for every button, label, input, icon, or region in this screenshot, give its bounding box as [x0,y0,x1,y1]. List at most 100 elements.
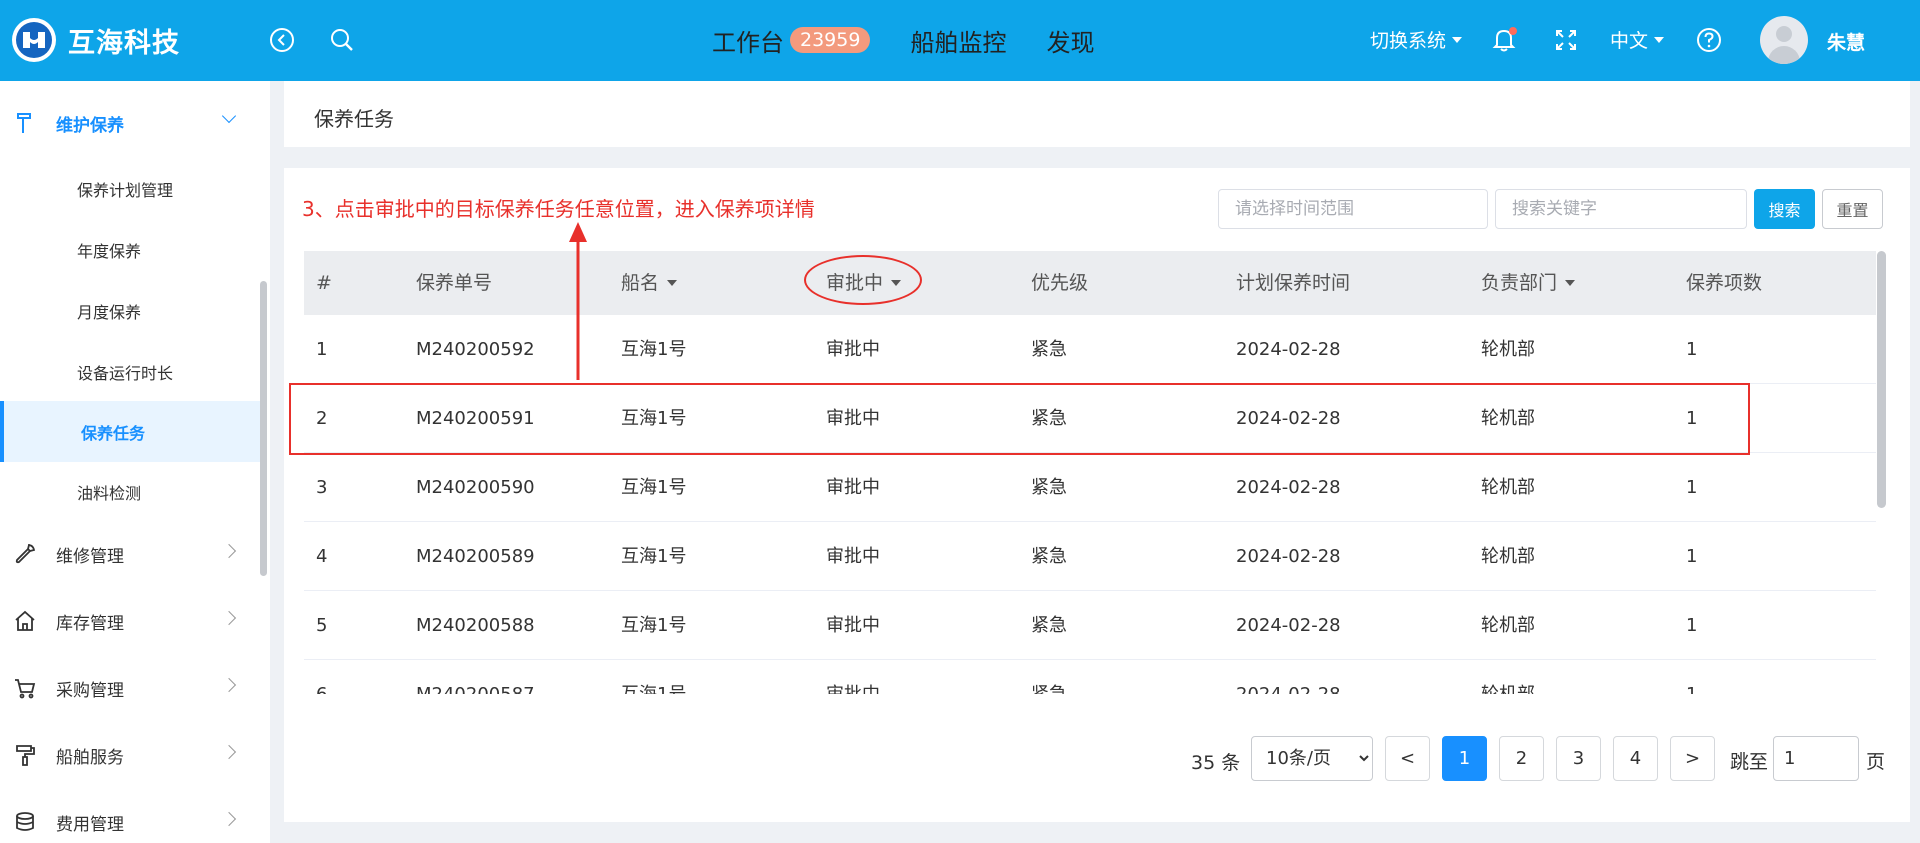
sidebar-item-oil-inspection[interactable]: 油料检测 [0,467,258,517]
sidebar-item-maintenance-task[interactable]: 保养任务 [0,401,262,462]
chevron-right-icon [221,811,237,827]
fullscreen-icon[interactable] [1552,26,1580,54]
column-header-planned-time: 计划保养时间 [1236,251,1350,315]
sidebar-item-annual-maintenance[interactable]: 年度保养 [0,225,258,275]
column-header-status-filter[interactable]: 审批中 [826,251,902,315]
nav-workbench[interactable]: 工作台 23959 [712,23,871,58]
sidebar-group-label: 维修管理 [56,546,124,567]
page-size-select[interactable]: 10条/页 [1251,736,1373,781]
cell-item-count: 1 [1686,660,1697,694]
column-header-department[interactable]: 负责部门 [1481,251,1576,315]
chevron-right-icon [221,543,237,559]
sidebar-group-inventory[interactable]: 库存管理 [0,599,258,643]
column-label: # [316,272,332,294]
cell-status: 审批中 [826,660,880,694]
switch-system-label: 切换系统 [1370,30,1447,52]
column-header-priority: 优先级 [1031,251,1088,315]
cell-ship-name: 互海1号 [621,660,686,694]
reset-button[interactable]: 重置 [1822,189,1883,229]
table-row[interactable]: 5 M240200588 互海1号 审批中 紧急 2024-02-28 轮机部 … [304,591,1876,660]
notification-dot [1509,27,1517,35]
cell-item-count: 1 [1686,477,1698,498]
cell-ship-name: 互海1号 [621,339,687,360]
page-button-3[interactable]: 3 [1556,736,1601,781]
sidebar-item-label: 月度保养 [77,303,142,322]
cell-planned-time: 2024-02-28 [1236,477,1341,498]
sidebar-group-label: 船舶服务 [56,747,124,768]
sidebar-group-purchase[interactable]: 采购管理 [0,666,258,710]
user-avatar[interactable] [1760,16,1808,64]
sidebar-group-repair[interactable]: 维修管理 [0,532,258,576]
brand[interactable]: 互海科技 [12,18,180,62]
switch-system-dropdown[interactable]: 切换系统 [1370,26,1463,53]
column-label: 负责部门 [1481,272,1558,294]
cell-item-count: 1 [1686,615,1698,636]
sidebar-group-maintenance[interactable]: 维护保养 [0,101,258,145]
nav-discover[interactable]: 发现 [1046,23,1094,58]
sidebar-group-label: 库存管理 [56,613,124,634]
home-icon [12,608,38,634]
prev-page-button[interactable]: < [1385,736,1430,781]
jump-to-label: 跳至 [1730,751,1769,773]
column-label: 优先级 [1031,272,1089,294]
nav-discover-label: 发现 [1046,28,1095,57]
cell-priority: 紧急 [1031,615,1067,636]
search-icon[interactable] [328,26,356,54]
sidebar-item-maintenance-plan[interactable]: 保养计划管理 [0,164,258,214]
cell-ship-name: 互海1号 [621,477,687,498]
column-header-ship-name[interactable]: 船名 [621,251,678,315]
column-header-index: # [316,251,332,315]
coins-icon [12,809,38,835]
help-icon[interactable] [1695,26,1723,54]
keyword-search-input[interactable] [1495,189,1747,229]
cell-order-no: M240200588 [416,615,535,636]
page-title: 保养任务 [314,107,394,131]
cell-department: 轮机部 [1481,615,1535,636]
sidebar-item-monthly-maintenance[interactable]: 月度保养 [0,286,258,336]
cell-ship-name: 互海1号 [621,615,687,636]
table-scrollbar[interactable] [1877,251,1886,508]
nav-ship-monitor[interactable]: 船舶监控 [910,23,1006,58]
jump-to-page-input[interactable] [1773,736,1859,781]
cell-order-no: M240200590 [416,477,535,498]
task-table: # 保养单号 船名 审批中 优先级 计划保养时间 负责部门 保养项数 1 M24… [304,251,1876,694]
cell-index: 1 [316,339,328,360]
cell-planned-time: 2024-02-28 [1236,615,1341,636]
page-title-bar: 保养任务 [284,81,1910,147]
language-dropdown[interactable]: 中文 [1610,26,1665,53]
page-button-2[interactable]: 2 [1499,736,1544,781]
hammer-icon [12,110,38,136]
sidebar-item-label: 年度保养 [77,242,142,261]
sidebar-group-ship-service[interactable]: 船舶服务 [0,733,258,777]
caret-down-icon [667,280,678,286]
page-button-4[interactable]: 4 [1613,736,1658,781]
sidebar-item-label: 油料检测 [77,484,142,503]
search-button[interactable]: 搜索 [1754,189,1815,229]
page-button-1[interactable]: 1 [1442,736,1487,781]
next-page-button[interactable]: > [1670,736,1715,781]
back-icon[interactable] [268,26,296,54]
date-range-picker[interactable]: 请选择时间范围 [1218,189,1488,229]
cell-priority: 紧急 [1031,339,1067,360]
bell-icon[interactable] [1490,26,1518,54]
user-name[interactable]: 朱慧 [1827,28,1865,55]
nav-ship-monitor-label: 船舶监控 [910,28,1007,57]
cell-planned-time: 2024-02-28 [1236,546,1341,567]
table-row[interactable]: 4 M240200589 互海1号 审批中 紧急 2024-02-28 轮机部 … [304,522,1876,591]
cell-item-count: 1 [1686,408,1698,429]
caret-down-icon [891,280,902,286]
sidebar-group-expense[interactable]: 费用管理 [0,800,258,843]
table-row[interactable]: 1 M240200592 互海1号 审批中 紧急 2024-02-28 轮机部 … [304,315,1876,384]
sidebar-scrollbar[interactable] [260,281,267,576]
table-row[interactable]: 3 M240200590 互海1号 审批中 紧急 2024-02-28 轮机部 … [304,453,1876,522]
sidebar-item-label: 保养任务 [81,423,146,443]
top-nav: 工作台 23959 船舶监控 发现 [712,20,1134,60]
table-row[interactable]: 6 M240200587 互海1号 审批中 紧急 2024-02-28 轮机部 … [304,660,1876,694]
brand-logo-icon [12,18,56,62]
column-label: 保养项数 [1686,272,1763,294]
cell-item-count: 1 [1686,546,1698,567]
cell-item-count: 1 [1686,339,1698,360]
table-row[interactable]: 2 M240200591 互海1号 审批中 紧急 2024-02-28 轮机部 … [304,384,1876,453]
sidebar-item-equipment-runtime[interactable]: 设备运行时长 [0,347,258,397]
cell-index: 2 [316,408,328,429]
